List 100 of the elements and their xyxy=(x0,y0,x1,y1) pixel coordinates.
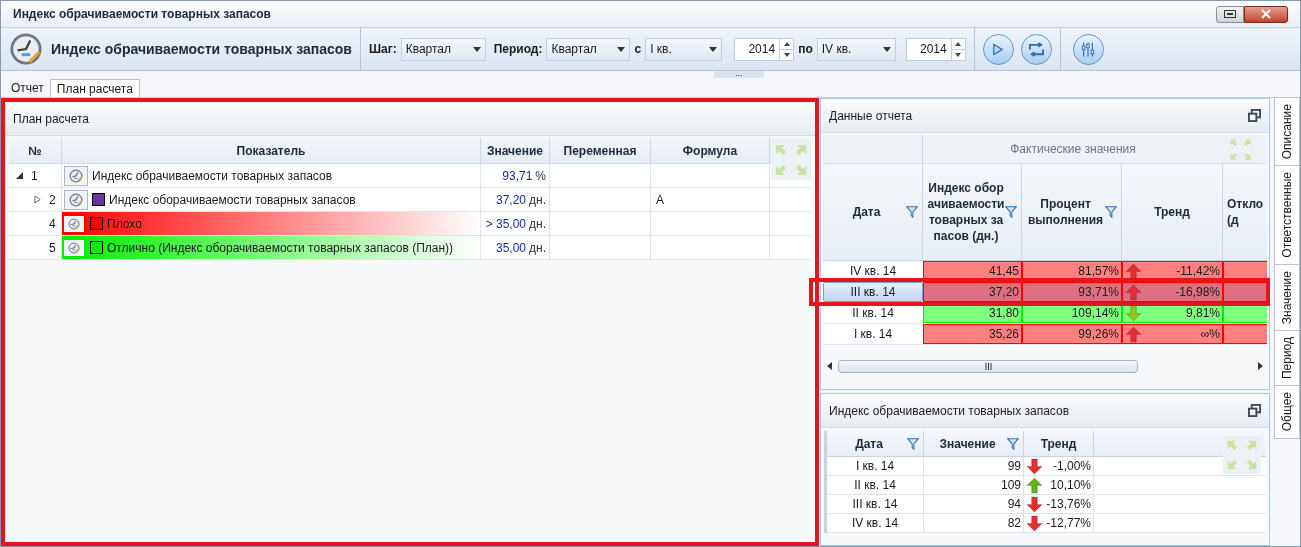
scroll-left-icon[interactable] xyxy=(827,362,833,370)
close-button[interactable] xyxy=(1244,5,1288,23)
filter-icon xyxy=(906,206,919,218)
panel-title: Данные отчета xyxy=(829,107,913,125)
side-tab[interactable]: Общее xyxy=(1274,385,1300,439)
refresh-icon xyxy=(1027,41,1045,57)
row-number: 4 xyxy=(49,215,56,233)
column-header[interactable]: Значение xyxy=(481,138,550,163)
side-tab[interactable]: Значение xyxy=(1274,263,1300,332)
row-number: 1 xyxy=(31,167,38,185)
table-cell: 35,26 xyxy=(923,324,1023,344)
value-text: 37,20 xyxy=(496,191,527,209)
filter-icon xyxy=(1005,206,1018,218)
panel-arrows-icon xyxy=(1223,436,1262,474)
play-button[interactable] xyxy=(982,33,1014,65)
restore-window-button[interactable] xyxy=(1216,5,1244,23)
restore-icon xyxy=(1248,404,1262,417)
value-text: > 35,00 xyxy=(485,215,527,233)
window-icon xyxy=(1224,10,1236,18)
column-header[interactable]: Откло (д xyxy=(1223,164,1268,260)
column-header[interactable]: Тренд xyxy=(1122,164,1224,260)
grip-icon xyxy=(984,362,992,370)
table-cell-text: 109 xyxy=(1001,477,1022,494)
column-header[interactable]: № xyxy=(9,138,62,163)
trend-value: -12,77% xyxy=(1045,515,1092,532)
caret-icon xyxy=(709,46,718,52)
side-tab[interactable]: Описание xyxy=(1274,97,1300,167)
unit-text: % xyxy=(535,167,546,185)
side-tab[interactable]: Ответственные xyxy=(1274,165,1300,265)
trend-value: -16,98% xyxy=(1174,284,1221,301)
table-cell-text: IV кв. 14 xyxy=(851,515,899,532)
settings-button[interactable] xyxy=(1072,33,1104,65)
column-header[interactable]: Тренд xyxy=(1024,431,1095,456)
scroll-thumb[interactable] xyxy=(838,359,1139,373)
indicator-name: Отлично (Индекс оборачиваемости товарных запасов (План)) xyxy=(107,239,454,257)
table-cell-text: II кв. 14 xyxy=(854,477,896,494)
column-header[interactable]: Переменная xyxy=(550,138,651,163)
table-cell-text: 99 xyxy=(1007,458,1022,475)
column-header[interactable]: Процент выполнения xyxy=(1022,164,1123,260)
table-cell-text: I кв. 14 xyxy=(855,458,895,475)
side-tab[interactable]: Период xyxy=(1274,330,1300,387)
year-spinner[interactable]: 2014 xyxy=(905,37,966,61)
table-cell: 81,57% xyxy=(1022,261,1123,281)
table-cell: 37,20 xyxy=(923,282,1023,302)
trend-value: -11,42% xyxy=(1175,263,1221,280)
unit-text: дн. xyxy=(529,239,546,257)
dropdown[interactable]: IV кв. xyxy=(816,37,896,61)
restore-icon xyxy=(1248,109,1262,122)
tab[interactable]: План расчета xyxy=(49,79,140,97)
unit-text: дн. xyxy=(529,191,546,209)
trend-value: 9,81% xyxy=(1185,305,1221,322)
column-header[interactable]: Значение xyxy=(924,431,1025,456)
column-header[interactable]: Показатель xyxy=(62,138,481,163)
panel-title: Индекс обрачиваемости товарных запасов xyxy=(829,402,1070,420)
indicator-name: Плохо xyxy=(107,215,142,233)
collapsed-triangle-icon[interactable] xyxy=(31,193,43,206)
caret-icon xyxy=(472,46,481,52)
table-cell-text: III кв. 14 xyxy=(852,496,898,513)
table-cell: 93,71% xyxy=(1022,282,1123,302)
gauge-icon xyxy=(9,32,43,66)
play-icon xyxy=(993,42,1004,56)
sliders-icon xyxy=(1081,40,1096,58)
column-header[interactable]: Формула xyxy=(651,138,770,163)
trend-value: -1,00% xyxy=(1052,458,1092,475)
toolbar-title: Индекс обрачиваемости товарных запасов xyxy=(51,39,352,59)
tab[interactable]: Отчет xyxy=(5,79,50,97)
table-cell: 41,45 xyxy=(923,261,1023,281)
scroll-right-icon[interactable] xyxy=(1258,362,1264,370)
table-cell: 99,26% xyxy=(1022,324,1123,344)
field-label: Шаг: xyxy=(368,41,397,58)
filter-icon xyxy=(907,437,920,450)
dropdown[interactable]: Квартал xyxy=(400,37,486,61)
table-cell-text: 82 xyxy=(1007,515,1022,532)
date-cell[interactable]: I кв. 14 xyxy=(823,324,924,344)
column-header[interactable]: Дата xyxy=(823,164,924,260)
row-number: 2 xyxy=(49,191,56,209)
year-spinner[interactable]: 2014 xyxy=(734,37,795,61)
row-number: 5 xyxy=(49,239,56,257)
formula-text: A xyxy=(656,191,664,209)
field-label: по xyxy=(798,41,813,58)
value-text: 93,71 xyxy=(502,167,533,185)
indicator-name: Индекс обрачиваемости товарных запасов xyxy=(92,167,333,185)
caret-icon xyxy=(617,46,626,52)
dropdown[interactable]: I кв. xyxy=(645,37,723,61)
column-header[interactable]: Дата xyxy=(827,431,925,456)
date-cell[interactable]: III кв. 14 xyxy=(823,282,924,302)
dropdown[interactable]: Квартал xyxy=(546,37,631,61)
date-cell[interactable]: IV кв. 14 xyxy=(823,261,924,281)
panel-arrows-icon xyxy=(771,140,811,180)
field-label: Период: xyxy=(493,41,543,58)
trend-value: -13,76% xyxy=(1045,496,1092,513)
table-cell-text: 94 xyxy=(1007,496,1022,513)
trend-value: ∞% xyxy=(1199,326,1221,343)
column-header[interactable]: Индекс оборачиваемости товарных запасов (дн.) xyxy=(923,164,1023,260)
value-text: 35,00 xyxy=(496,239,527,257)
filter-icon xyxy=(1007,437,1020,450)
collapse-handle[interactable]: ... xyxy=(714,71,764,78)
refresh-button[interactable] xyxy=(1020,33,1052,65)
unit-text: дн. xyxy=(529,215,546,233)
filter-icon xyxy=(1105,206,1118,218)
